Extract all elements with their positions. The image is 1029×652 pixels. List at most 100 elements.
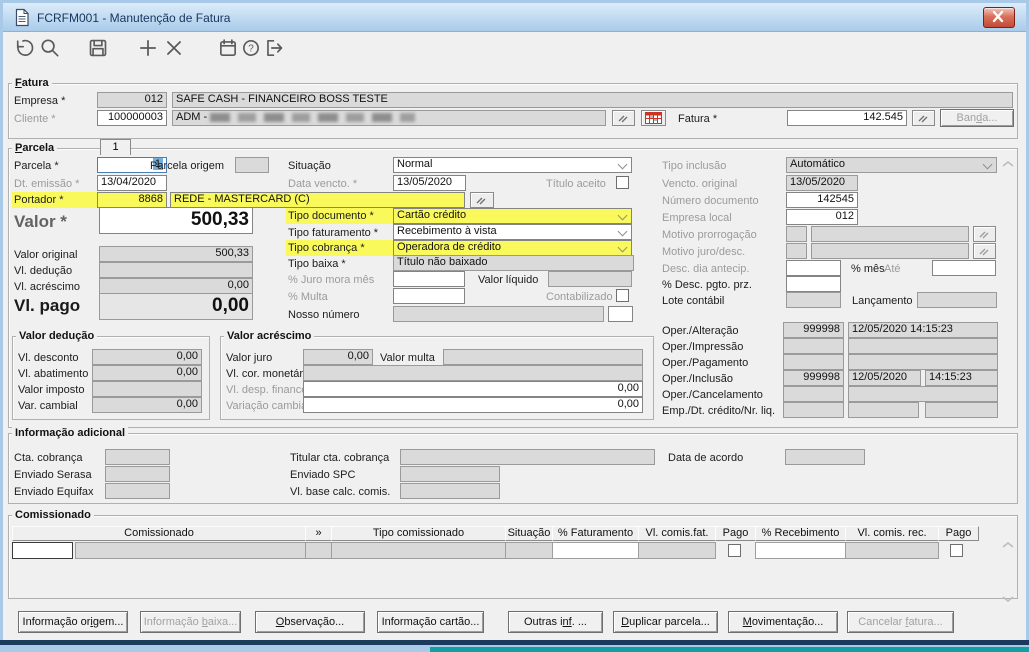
- informacao-cartao-button[interactable]: Informação cartão...: [377, 611, 484, 633]
- portador-name-field[interactable]: REDE - MASTERCARD (C): [170, 192, 465, 208]
- dt-emissao-field[interactable]: 13/04/2020: [97, 175, 167, 191]
- tipo-faturamento-combo[interactable]: Recebimento à vista: [393, 224, 632, 240]
- tipo-baixa-label: Tipo baixa *: [288, 258, 346, 270]
- grid-vl-comis-fat-cell[interactable]: [638, 542, 716, 559]
- grid-expand-cell[interactable]: [305, 542, 332, 559]
- grid-situacao-cell[interactable]: [505, 542, 553, 559]
- close-button[interactable]: [983, 7, 1015, 28]
- fatura-lookup-button[interactable]: [912, 110, 935, 126]
- calendar-button[interactable]: [217, 37, 241, 61]
- cliente-code-field[interactable]: 100000003: [97, 110, 167, 126]
- col-header-situacao[interactable]: Situação: [505, 526, 553, 541]
- informacao-origem-button[interactable]: Informação origem...: [18, 611, 128, 633]
- help-button[interactable]: ?: [240, 37, 264, 61]
- fatura-legend: Fatura: [12, 77, 52, 89]
- vl-deducao-label: Vl. dedução: [14, 265, 72, 277]
- desc-pgto-prz-field[interactable]: [786, 276, 841, 292]
- portador-code-field[interactable]: 8868: [97, 192, 167, 208]
- nosso-numero-label: Nosso número: [288, 309, 360, 321]
- titulo-aceito-label: Título aceito: [546, 178, 606, 190]
- parcela-origem-label: Parcela origem: [150, 160, 224, 172]
- col-header-pct-faturamento[interactable]: % Faturamento: [552, 526, 639, 541]
- save-button[interactable]: [87, 37, 111, 61]
- nosso-numero-extra-field[interactable]: [608, 306, 633, 322]
- scroll-down-icon[interactable]: [1001, 595, 1015, 603]
- motivo-prorrogacao-label: Motivo prorrogação: [662, 229, 757, 241]
- cor-monetaria-label: Vl. cor. monetária: [226, 368, 312, 380]
- save-icon: [87, 37, 111, 59]
- situacao-combo[interactable]: Normal: [393, 157, 632, 173]
- titulo-aceito-checkbox[interactable]: [616, 176, 629, 189]
- motivo-juro-lookup-button[interactable]: [973, 243, 996, 259]
- empresa-local-field[interactable]: 012: [786, 209, 858, 225]
- lookup-icon: [613, 111, 634, 125]
- grid-pct-recebimento-cell[interactable]: [755, 542, 846, 559]
- tipo-cobranca-combo[interactable]: Operadora de crédito: [393, 240, 632, 256]
- numero-documento-field[interactable]: 142545: [786, 192, 858, 208]
- undo-icon: [12, 37, 36, 59]
- duplicar-parcela-button[interactable]: Duplicar parcela...: [613, 611, 718, 633]
- fatura-number-field[interactable]: 142.545: [787, 110, 907, 126]
- valor-original-field: 500,33: [99, 246, 253, 262]
- grid-scroll-up-icon[interactable]: [1001, 541, 1015, 549]
- undo-button[interactable]: [12, 37, 36, 61]
- motivo-juro-label: Motivo juro/desc.: [662, 246, 745, 258]
- portador-lookup-button[interactable]: [470, 192, 494, 208]
- oper-inclusao-code-field: 999998: [783, 370, 844, 386]
- valor-field[interactable]: 500,33: [99, 207, 253, 234]
- oper-alteracao-datetime-field: 12/05/2020 14:15:23: [848, 322, 998, 338]
- oper-cancelamento-datetime-field: [848, 386, 998, 402]
- client-accounts-button[interactable]: [641, 110, 666, 126]
- tipo-baixa-field: Título não baixado: [393, 255, 634, 271]
- motivo-prorrogacao-lookup-button[interactable]: [973, 226, 996, 242]
- outras-inf-button[interactable]: Outras inf. ...: [508, 611, 603, 633]
- variacao-cambial-field[interactable]: 0,00: [303, 397, 643, 413]
- col-header-tipo-comissionado[interactable]: Tipo comissionado: [331, 526, 506, 541]
- col-header-expand[interactable]: »: [305, 526, 332, 541]
- oper-pagamento-datetime-field: [848, 354, 998, 370]
- desc-dia-antecip-field[interactable]: [786, 260, 841, 276]
- add-button[interactable]: [137, 37, 161, 61]
- valor-liquido-label: Valor líquido: [478, 274, 538, 286]
- valor-deducao-legend: Valor dedução: [16, 330, 97, 342]
- movimentacao-button[interactable]: Movimentação...: [728, 611, 838, 633]
- contabilizado-label: Contabilizado: [546, 291, 613, 303]
- grid-pago-rec-checkbox[interactable]: [950, 544, 963, 557]
- ate-field[interactable]: [932, 260, 996, 276]
- grid-pago-fat-checkbox[interactable]: [728, 544, 741, 557]
- scroll-up-icon[interactable]: [1001, 160, 1015, 168]
- search-button[interactable]: [39, 37, 63, 61]
- grid-pct-faturamento-cell[interactable]: [552, 542, 639, 559]
- col-header-pct-recebimento[interactable]: % Recebimento: [755, 526, 846, 541]
- desp-financeira-field[interactable]: 0,00: [303, 381, 643, 397]
- exit-button[interactable]: [263, 37, 287, 61]
- juro-mora-field[interactable]: [393, 271, 465, 287]
- contabilizado-checkbox[interactable]: [616, 289, 629, 302]
- cliente-lookup-button[interactable]: [612, 110, 635, 126]
- multa-field[interactable]: [393, 288, 465, 304]
- var-cambial-field: 0,00: [92, 397, 202, 413]
- parcela-label: Parcela *: [14, 160, 59, 172]
- vl-pago-label: Vl. pago: [14, 296, 80, 316]
- titular-cta-label: Titular cta. cobrança: [290, 452, 389, 464]
- titlebar: FCRFM001 - Manutenção de Fatura: [3, 3, 1026, 32]
- data-vencto-field[interactable]: 13/05/2020: [393, 175, 466, 191]
- col-header-pago-fat[interactable]: Pago: [715, 526, 756, 541]
- tipo-documento-label: Tipo documento *: [286, 208, 395, 224]
- observacao-button[interactable]: Observação...: [255, 611, 365, 633]
- grid-row-selector-cell[interactable]: [12, 542, 73, 559]
- grid-comissionado-cell[interactable]: [75, 542, 306, 559]
- grid-vl-comis-rec-cell[interactable]: [845, 542, 939, 559]
- delete-button[interactable]: [163, 37, 187, 61]
- grid-tipo-comissionado-cell[interactable]: [331, 542, 506, 559]
- tipo-documento-combo[interactable]: Cartão crédito: [393, 208, 632, 224]
- col-header-pago-rec[interactable]: Pago: [938, 526, 979, 541]
- exit-icon: [263, 37, 287, 59]
- col-header-vl-comis-fat[interactable]: Vl. comis.fat.: [638, 526, 716, 541]
- col-header-vl-comis-rec[interactable]: Vl. comis. rec.: [845, 526, 939, 541]
- oper-pagamento-label: Oper./Pagamento: [662, 357, 748, 369]
- parcela-tab-1[interactable]: 1: [100, 139, 131, 155]
- parcela-legend: Parcela: [12, 142, 57, 154]
- help-icon: ?: [240, 37, 264, 59]
- col-header-comissionado[interactable]: Comissionado: [12, 526, 306, 541]
